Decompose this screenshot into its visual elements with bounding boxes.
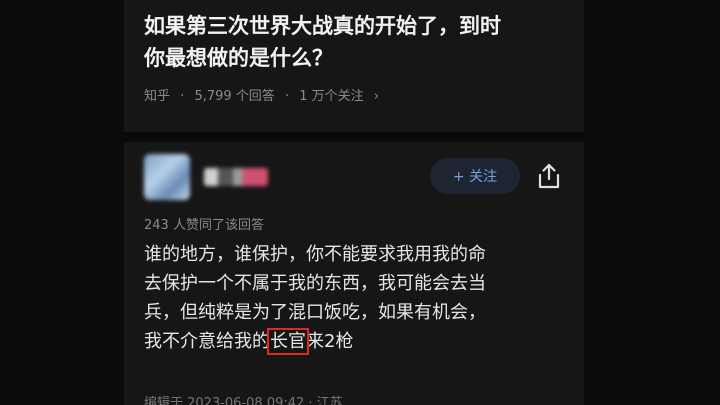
answer-line: 去保护一个不属于我的东西，我可能会去当 bbox=[144, 273, 486, 294]
upvote-summary: 243 人赞同了该回答 bbox=[144, 218, 264, 233]
meta-separator: · bbox=[180, 89, 185, 104]
answers-count[interactable]: 5,799 个回答 bbox=[194, 88, 274, 106]
edit-timestamp: 编辑于 2023-06-08 09:42 · 江苏 bbox=[144, 396, 343, 405]
question-title[interactable]: 如果第三次世界大战真的开始了，到时 你最想做的是什么？ bbox=[144, 10, 574, 74]
author-name-blurred[interactable] bbox=[204, 168, 268, 186]
answer-line: 谁的地方，谁保护，你不能要求我用我的命 bbox=[144, 244, 486, 265]
highlighted-word: 长官 bbox=[267, 328, 309, 355]
follow-button[interactable]: + 关注 bbox=[430, 158, 520, 194]
question-card[interactable]: 如果第三次世界大战真的开始了，到时 你最想做的是什么？ 知乎 · 5,799 个… bbox=[124, 0, 584, 132]
answer-line: 兵，但纯粹是为了混口饭吃，如果有机会， bbox=[144, 302, 486, 323]
answer-card: + 关注 243 人赞同了该回答 谁的地方，谁保护，你不能要求我用我的命 去保护… bbox=[124, 142, 584, 405]
chevron-right-icon[interactable]: › bbox=[374, 88, 379, 106]
avatar[interactable] bbox=[144, 154, 190, 200]
follow-button-label: + 关注 bbox=[452, 169, 498, 185]
meta-separator: · bbox=[284, 89, 290, 104]
answer-line: 我不介意给我的长官来2枪 bbox=[144, 327, 564, 356]
question-title-line2: 你最想做的是什么？ bbox=[144, 46, 333, 70]
answer-text: 我不介意给我的 bbox=[144, 331, 270, 352]
app-screen: 如果第三次世界大战真的开始了，到时 你最想做的是什么？ 知乎 · 5,799 个… bbox=[124, 0, 584, 405]
left-dark-margin bbox=[0, 0, 124, 405]
answer-text: 来2枪 bbox=[306, 331, 354, 352]
card-divider bbox=[124, 132, 584, 142]
source-label: 知乎 bbox=[144, 89, 171, 104]
right-dark-margin bbox=[584, 0, 720, 405]
followers-count[interactable]: 1 万个关注 bbox=[299, 88, 363, 106]
question-meta: 知乎 · 5,799 个回答 · 1 万个关注 › bbox=[144, 88, 385, 106]
question-title-line1: 如果第三次世界大战真的开始了，到时 bbox=[144, 14, 501, 38]
answer-body[interactable]: 谁的地方，谁保护，你不能要求我用我的命 去保护一个不属于我的东西，我可能会去当 … bbox=[144, 240, 564, 356]
share-icon[interactable] bbox=[536, 162, 562, 190]
